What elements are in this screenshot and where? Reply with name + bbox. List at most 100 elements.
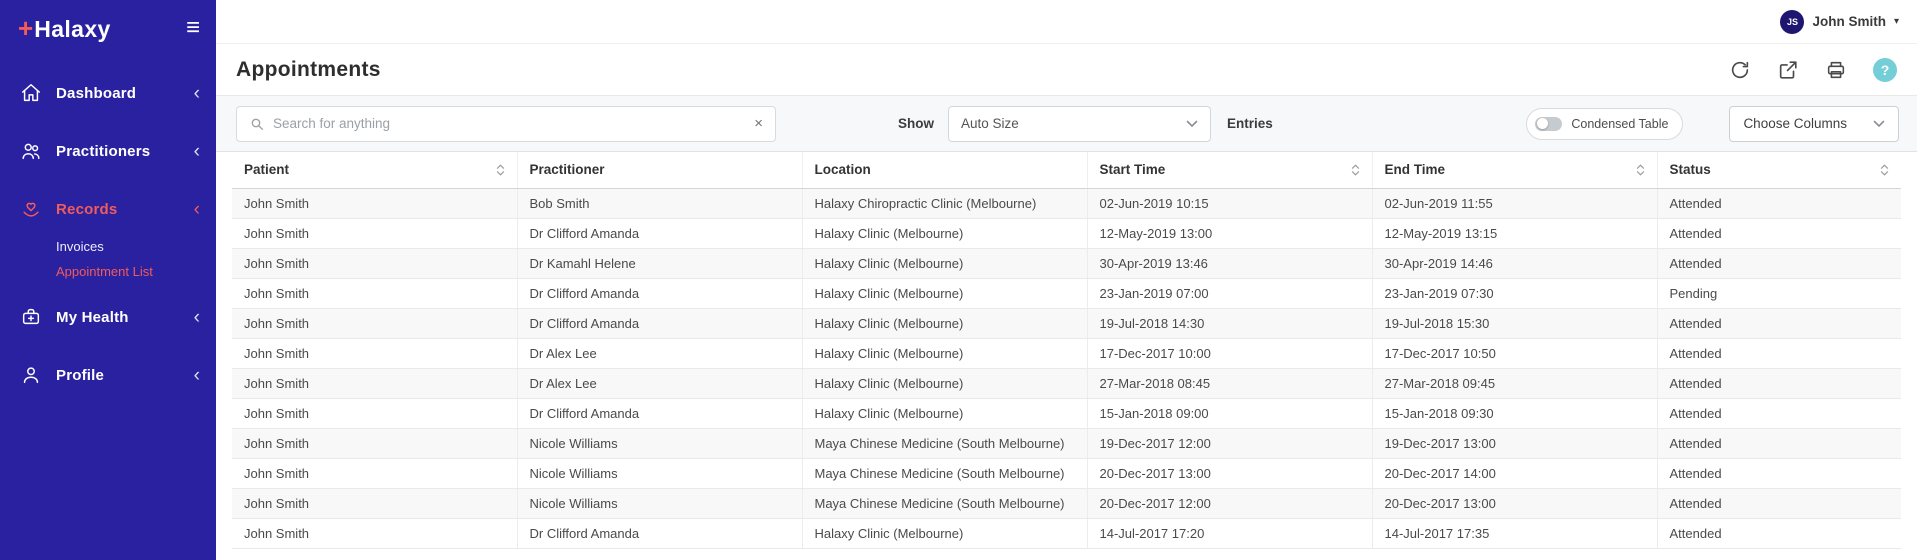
clear-search-icon[interactable]: × xyxy=(754,116,763,131)
choose-columns-button[interactable]: Choose Columns xyxy=(1729,106,1899,142)
table-header-row: Patient Practitioner Location Start Time xyxy=(232,152,1901,188)
cell-patient: John Smith xyxy=(232,488,517,518)
column-header-patient[interactable]: Patient xyxy=(232,152,517,188)
avatar: JS xyxy=(1780,10,1804,34)
sidebar-item-appointment-list[interactable]: Appointment List xyxy=(56,259,216,284)
user-menu[interactable]: JS John Smith ▾ xyxy=(1780,10,1899,34)
cell-start-time: 19-Jul-2018 14:30 xyxy=(1087,308,1372,338)
sidebar-item-practitioners[interactable]: Practitioners ‹ xyxy=(0,128,216,174)
table-row[interactable]: John Smith Dr Clifford Amanda Halaxy Cli… xyxy=(232,398,1901,428)
sort-icon xyxy=(1636,163,1645,177)
table-row[interactable]: John Smith Nicole Williams Maya Chinese … xyxy=(232,488,1901,518)
cell-practitioner: Dr Clifford Amanda xyxy=(517,518,802,548)
cell-end-time: 19-Jul-2018 15:30 xyxy=(1372,308,1657,338)
user-name: John Smith xyxy=(1812,14,1886,29)
sidebar-item-profile[interactable]: Profile ‹ xyxy=(0,352,216,398)
table-row[interactable]: John Smith Dr Clifford Amanda Halaxy Cli… xyxy=(232,218,1901,248)
table-row[interactable]: John Smith Dr Alex Lee Halaxy Clinic (Me… xyxy=(232,368,1901,398)
cell-status: Attended xyxy=(1657,458,1901,488)
cell-start-time: 02-Jun-2019 10:15 xyxy=(1087,188,1372,218)
table-row[interactable]: John Smith Dr Clifford Amanda Halaxy Cli… xyxy=(232,518,1901,548)
column-header-end-time[interactable]: End Time xyxy=(1372,152,1657,188)
menu-toggle-icon[interactable]: ≡ xyxy=(186,16,200,40)
cell-location: Halaxy Clinic (Melbourne) xyxy=(802,338,1087,368)
cell-practitioner: Dr Alex Lee xyxy=(517,368,802,398)
cell-patient: John Smith xyxy=(232,248,517,278)
appointments-table-container: Patient Practitioner Location Start Time xyxy=(216,152,1917,560)
table-row[interactable]: John Smith Dr Alex Lee Halaxy Clinic (Me… xyxy=(232,338,1901,368)
cell-practitioner: Dr Clifford Amanda xyxy=(517,398,802,428)
chevron-left-icon: ‹ xyxy=(194,142,200,161)
records-icon xyxy=(20,198,42,220)
cell-status: Attended xyxy=(1657,368,1901,398)
chevron-down-icon xyxy=(1186,120,1198,128)
page-header: Appointments ? xyxy=(216,44,1917,96)
cell-start-time: 30-Apr-2019 13:46 xyxy=(1087,248,1372,278)
cell-patient: John Smith xyxy=(232,368,517,398)
chevron-left-icon: ‹ xyxy=(194,84,200,103)
sort-icon xyxy=(1880,163,1889,177)
halaxy-logo[interactable]: + Halaxy xyxy=(18,15,111,41)
print-icon[interactable] xyxy=(1825,59,1847,81)
table-row[interactable]: John Smith Nicole Williams Maya Chinese … xyxy=(232,458,1901,488)
cell-patient: John Smith xyxy=(232,218,517,248)
column-label: End Time xyxy=(1385,162,1446,177)
home-icon xyxy=(20,82,42,104)
cell-status: Attended xyxy=(1657,218,1901,248)
column-header-practitioner[interactable]: Practitioner xyxy=(517,152,802,188)
table-row[interactable]: John Smith Nicole Williams Maya Chinese … xyxy=(232,428,1901,458)
page-actions: ? xyxy=(1729,58,1897,82)
show-entries-select[interactable]: Auto Size xyxy=(948,106,1211,142)
condensed-table-toggle[interactable]: Condensed Table xyxy=(1526,108,1683,140)
cell-location: Halaxy Clinic (Melbourne) xyxy=(802,308,1087,338)
cell-status: Attended xyxy=(1657,518,1901,548)
cell-practitioner: Nicole Williams xyxy=(517,488,802,518)
search-box: × xyxy=(236,106,776,142)
cell-status: Attended xyxy=(1657,338,1901,368)
sidebar-item-invoices[interactable]: Invoices xyxy=(56,234,216,259)
column-header-status[interactable]: Status xyxy=(1657,152,1901,188)
chevron-left-icon: ‹ xyxy=(194,366,200,385)
toggle-switch-icon[interactable] xyxy=(1535,117,1562,131)
column-label: Status xyxy=(1670,162,1711,177)
cell-practitioner: Dr Kamahl Helene xyxy=(517,248,802,278)
table-row[interactable]: John Smith Dr Clifford Amanda Halaxy Cli… xyxy=(232,308,1901,338)
refresh-icon[interactable] xyxy=(1729,59,1751,81)
table-row[interactable]: John Smith Dr Kamahl Helene Halaxy Clini… xyxy=(232,248,1901,278)
table-row[interactable]: John Smith Bob Smith Halaxy Chiropractic… xyxy=(232,188,1901,218)
sidebar-item-my-health[interactable]: My Health ‹ xyxy=(0,294,216,340)
sidebar-item-label: Dashboard xyxy=(56,85,180,102)
cell-status: Attended xyxy=(1657,188,1901,218)
column-header-location[interactable]: Location xyxy=(802,152,1087,188)
cell-end-time: 12-May-2019 13:15 xyxy=(1372,218,1657,248)
column-header-start-time[interactable]: Start Time xyxy=(1087,152,1372,188)
sort-icon xyxy=(1351,163,1360,177)
cell-practitioner: Dr Clifford Amanda xyxy=(517,218,802,248)
my-health-icon xyxy=(20,306,42,328)
search-input[interactable] xyxy=(273,116,746,131)
chevron-down-icon: ▾ xyxy=(1894,16,1899,27)
cell-location: Halaxy Clinic (Melbourne) xyxy=(802,218,1087,248)
main-content: JS John Smith ▾ Appointments ? xyxy=(216,0,1917,560)
cell-practitioner: Dr Clifford Amanda xyxy=(517,308,802,338)
cell-end-time: 15-Jan-2018 09:30 xyxy=(1372,398,1657,428)
sidebar-item-label: My Health xyxy=(56,309,180,326)
sidebar-item-label: Profile xyxy=(56,367,180,384)
sidebar-subitem-label: Invoices xyxy=(56,239,104,254)
cell-status: Attended xyxy=(1657,308,1901,338)
chevron-left-icon: ‹ xyxy=(194,200,200,219)
sidebar-item-records[interactable]: Records ‹ xyxy=(0,186,216,232)
column-label: Practitioner xyxy=(530,162,605,177)
table-row[interactable]: John Smith Dr Clifford Amanda Halaxy Cli… xyxy=(232,278,1901,308)
help-icon[interactable]: ? xyxy=(1873,58,1897,82)
cell-patient: John Smith xyxy=(232,518,517,548)
cell-start-time: 17-Dec-2017 10:00 xyxy=(1087,338,1372,368)
search-icon xyxy=(249,116,265,132)
cell-patient: John Smith xyxy=(232,188,517,218)
cell-start-time: 27-Mar-2018 08:45 xyxy=(1087,368,1372,398)
export-icon[interactable] xyxy=(1777,59,1799,81)
cell-patient: John Smith xyxy=(232,398,517,428)
sidebar-item-dashboard[interactable]: Dashboard ‹ xyxy=(0,70,216,116)
cell-location: Halaxy Clinic (Melbourne) xyxy=(802,278,1087,308)
column-label: Start Time xyxy=(1100,162,1166,177)
